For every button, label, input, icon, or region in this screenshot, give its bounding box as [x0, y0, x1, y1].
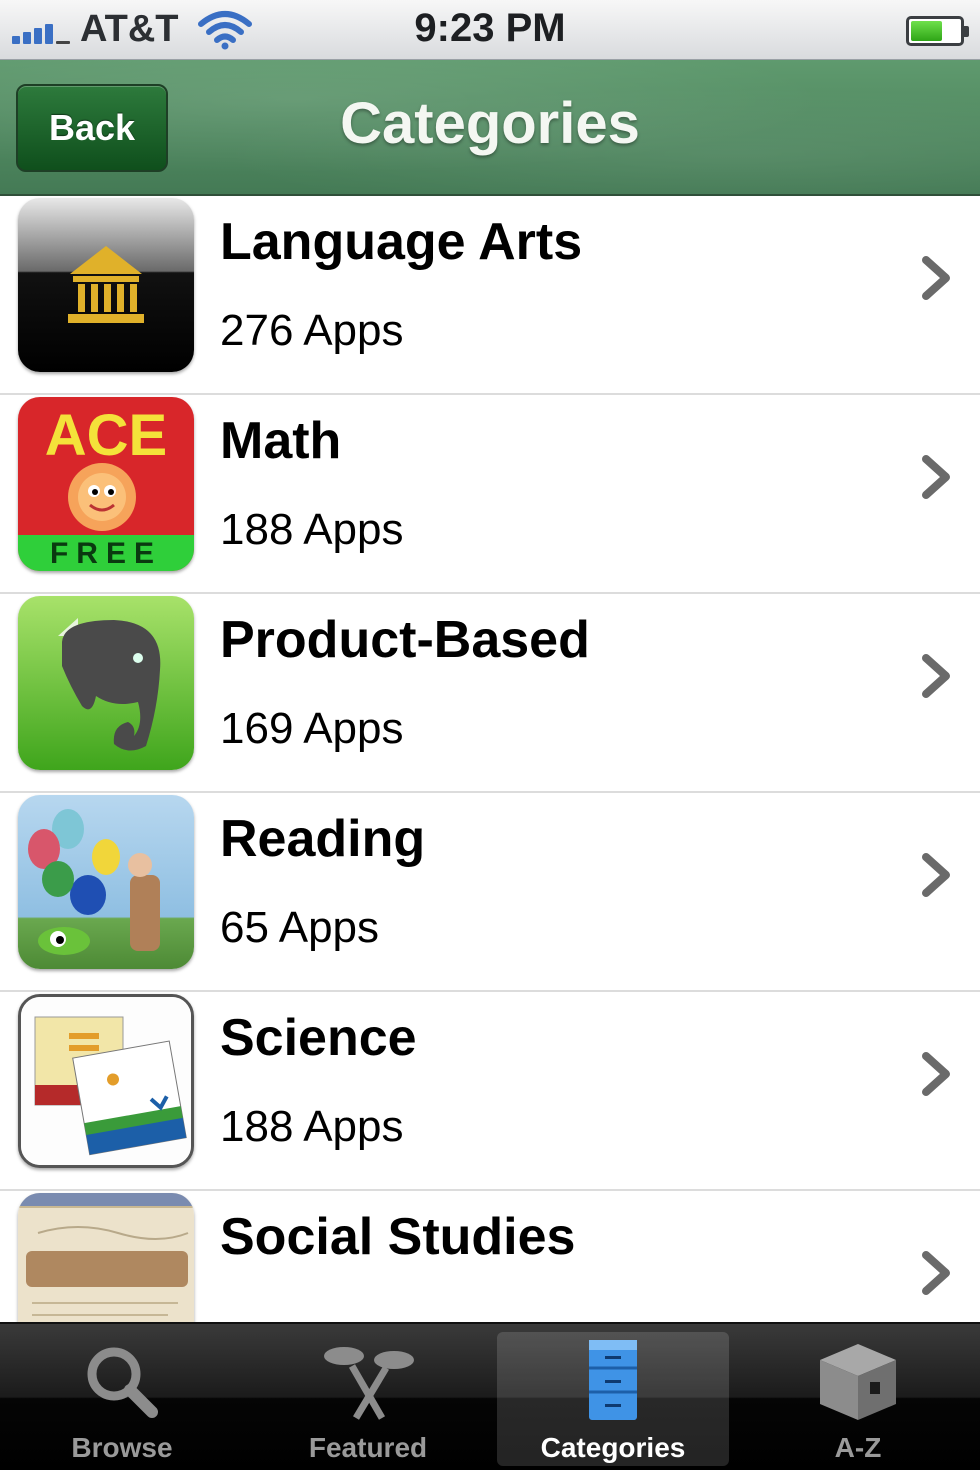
svg-text:FREE: FREE: [50, 537, 162, 570]
category-count: 65 Apps: [220, 903, 380, 952]
battery-icon: [906, 16, 969, 46]
category-title: Product-Based: [220, 611, 590, 669]
navigation-bar: Back Categories: [0, 60, 980, 196]
category-title: Language Arts: [220, 213, 583, 271]
category-row-product-based[interactable]: Product-Based 169 Apps: [0, 594, 980, 793]
category-count: 276 Apps: [220, 306, 404, 355]
status-time: 9:23 PM: [414, 6, 566, 50]
chevron-right-icon: [922, 455, 950, 499]
evernote-elephant-icon: [18, 596, 194, 770]
balloons-boy-icon: [18, 795, 194, 969]
svg-text:ACE: ACE: [45, 403, 167, 468]
category-count: 188 Apps: [220, 1102, 404, 1151]
category-row-language-arts[interactable]: Language Arts 276 Apps: [0, 196, 980, 395]
magnifier-icon: [87, 1347, 158, 1418]
chevron-right-icon: [922, 654, 950, 698]
tab-categories[interactable]: Categories: [497, 1332, 729, 1466]
chevron-right-icon: [922, 853, 950, 897]
file-cabinet-icon: [589, 1340, 637, 1420]
category-row-science[interactable]: Science 188 Apps: [0, 992, 980, 1191]
category-title: Math: [220, 412, 342, 470]
category-count: 169 Apps: [220, 704, 404, 753]
category-title: Science: [220, 1009, 417, 1067]
chevron-right-icon: [922, 1251, 950, 1295]
tab-bar: Browse Featured Categories A-Z: [0, 1322, 980, 1470]
chevron-right-icon: [922, 256, 950, 300]
status-bar: AT&T 9:23 PM: [0, 0, 980, 60]
category-row-social-studies[interactable]: Social Studies: [0, 1191, 980, 1322]
chevron-right-icon: [922, 1052, 950, 1096]
categories-list: Language Arts 276 Apps ACE FREE Math 188…: [0, 196, 980, 1322]
tab-label: Categories: [540, 1432, 686, 1463]
category-count: 188 Apps: [220, 505, 404, 554]
tab-label: Browse: [71, 1432, 173, 1463]
tab-featured[interactable]: Featured: [252, 1332, 484, 1466]
tab-a-z[interactable]: A-Z: [742, 1332, 974, 1466]
page-title: Categories: [340, 91, 640, 156]
cube-box-icon: [820, 1344, 896, 1420]
library-building-icon: [18, 198, 194, 372]
science-cards-icon: [18, 994, 194, 1168]
category-title: Reading: [220, 810, 426, 868]
constitution-icon: [18, 1193, 194, 1322]
ace-free-math-icon: ACE FREE: [18, 397, 194, 571]
featured-icon: [324, 1347, 414, 1420]
tab-label: Featured: [308, 1432, 428, 1463]
category-row-math[interactable]: ACE FREE Math 188 Apps: [0, 395, 980, 594]
tab-browse[interactable]: Browse: [6, 1332, 238, 1466]
category-title: Social Studies: [220, 1208, 576, 1266]
category-row-reading[interactable]: Reading 65 Apps: [0, 793, 980, 992]
tab-label: A-Z: [834, 1432, 882, 1463]
